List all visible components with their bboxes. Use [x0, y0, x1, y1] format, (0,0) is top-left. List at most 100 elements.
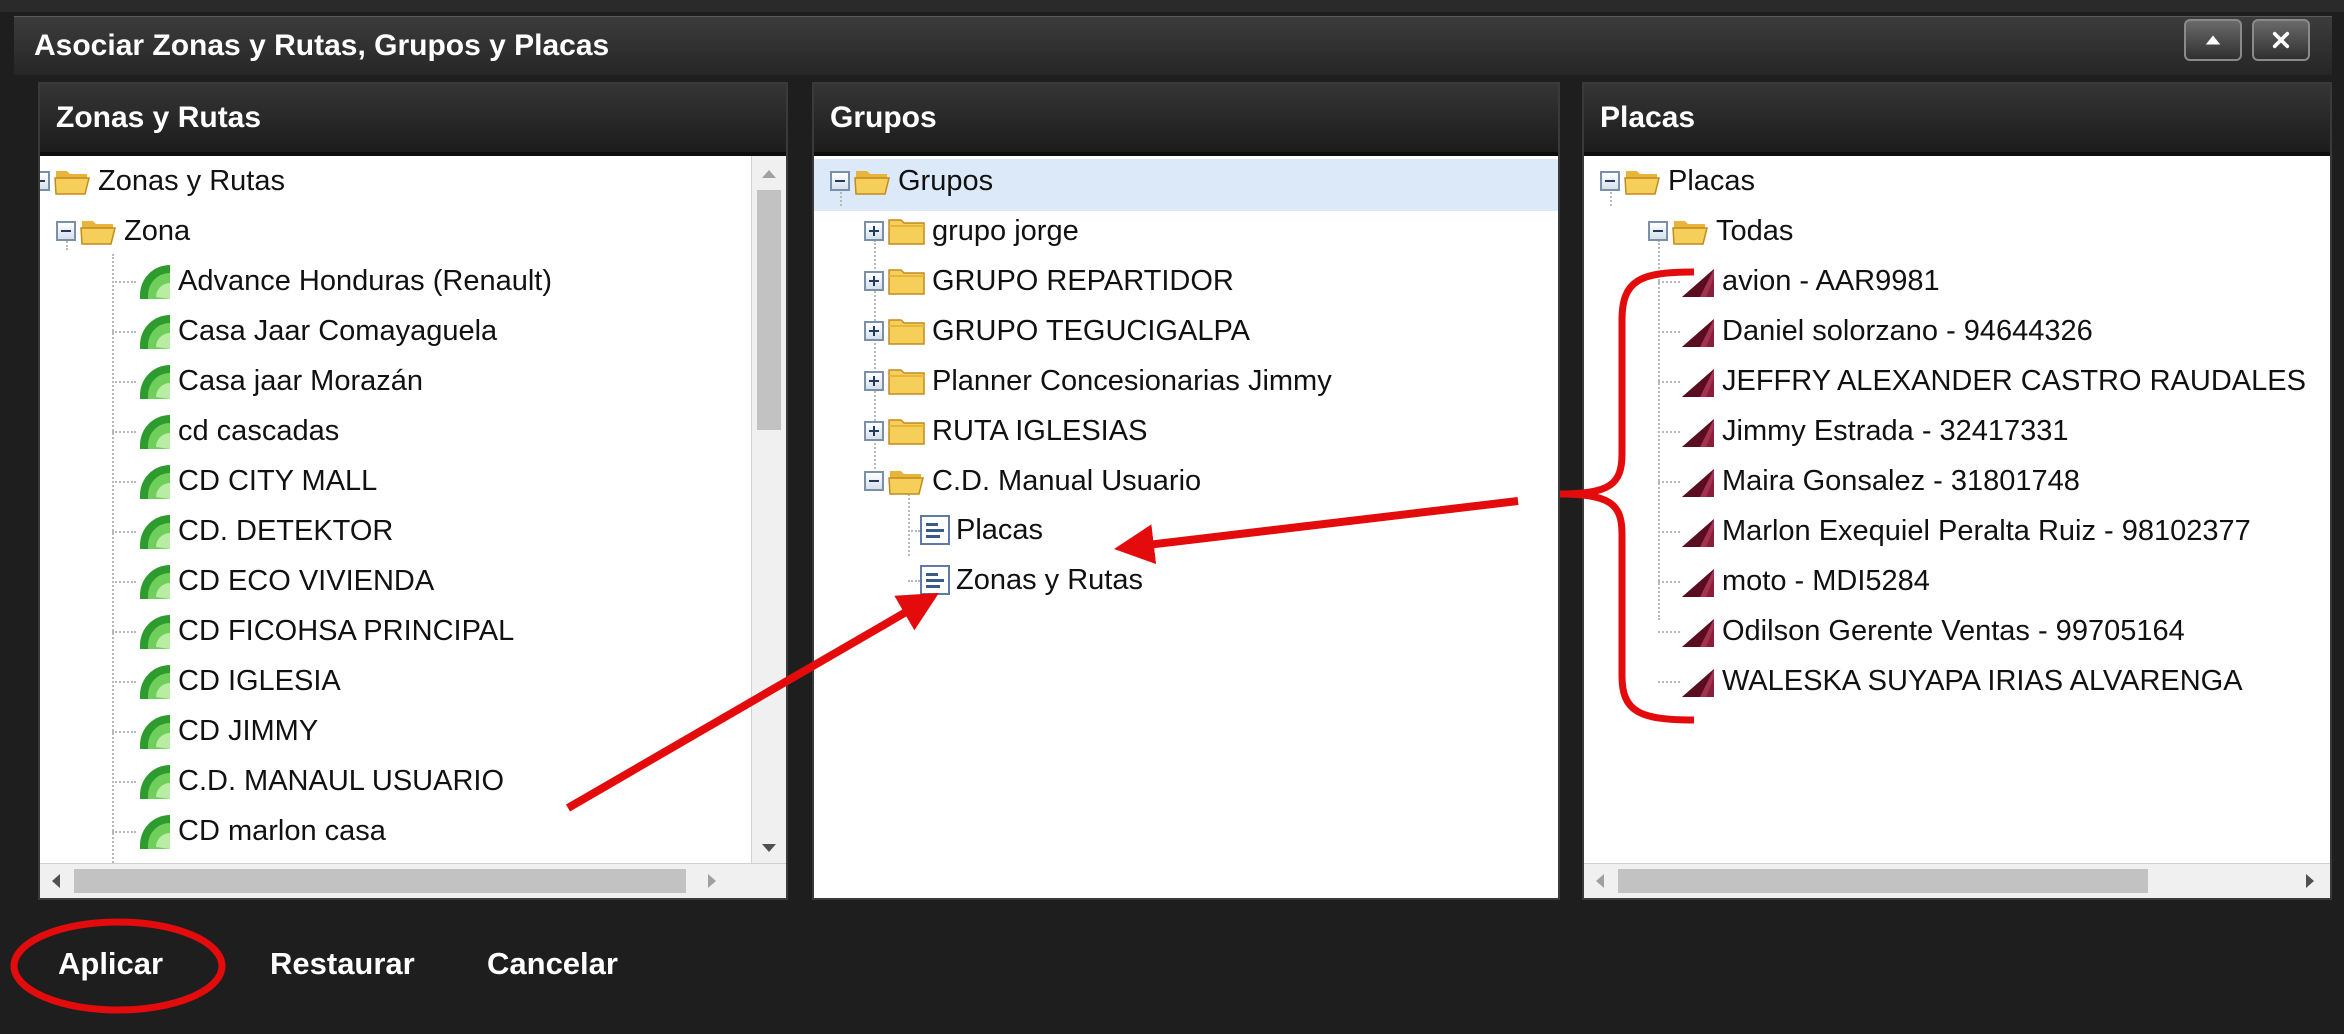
tree-label: C.D. Manual Usuario: [932, 464, 1202, 497]
tree-label: CD. DETEKTOR: [178, 514, 394, 547]
expand-icon[interactable]: [864, 321, 884, 341]
tree-label: grupo jorge: [932, 214, 1079, 247]
grupos-tree[interactable]: Grupos grupo jorge GRUPO REPARTIDOR GRUPO …: [814, 156, 1558, 898]
zone-icon: [136, 661, 172, 701]
tree-label: JEFFRY ALEXANDER CASTRO RAUDALES: [1722, 364, 2306, 397]
placa-list-item[interactable]: Odilson Gerente Ventas - 99705164: [1680, 606, 2185, 656]
cancel-button[interactable]: Cancelar: [487, 944, 618, 984]
zone-icon: [136, 261, 172, 301]
tree-node-placas-root[interactable]: Placas: [1600, 156, 1755, 206]
tree-label: cd cascadas: [178, 414, 340, 447]
zonas-tree[interactable]: Zonas y Rutas Zona Advance Honduras (Ren…: [40, 156, 786, 898]
expand-icon[interactable]: [864, 421, 884, 441]
collapse-icon[interactable]: [40, 171, 50, 191]
zona-list-item[interactable]: Casa Jaar Comayaguela: [136, 306, 497, 356]
placa-list-item[interactable]: moto - MDI5284: [1680, 556, 1930, 606]
tree-label: CD IGLESIA: [178, 664, 341, 697]
zone-icon: [136, 361, 172, 401]
title-bar[interactable]: Asociar Zonas y Rutas, Grupos y Placas: [14, 16, 2332, 75]
zonas-panel-header: Zonas y Rutas: [40, 84, 786, 156]
folder-open-icon: [54, 167, 92, 195]
tree-node-todas[interactable]: Todas: [1648, 206, 1793, 256]
zone-icon: [136, 311, 172, 351]
tree-label: Planner Concesionarias Jimmy: [932, 364, 1332, 397]
expand-icon[interactable]: [864, 271, 884, 291]
zone-icon: [136, 711, 172, 751]
list-icon: [920, 515, 950, 545]
grupo-list-item[interactable]: grupo jorge: [864, 206, 1079, 256]
x-icon: [2272, 31, 2290, 49]
scroll-thumb[interactable]: [74, 869, 686, 893]
tree-label: Jimmy Estrada - 32417331: [1722, 414, 2069, 447]
tree-label: Zonas y Rutas: [956, 563, 1143, 596]
tree-node-zonas-root[interactable]: Zonas y Rutas: [40, 156, 285, 206]
vehicle-plate-icon: [1680, 463, 1716, 499]
collapse-icon[interactable]: [56, 221, 76, 241]
scroll-thumb[interactable]: [1618, 869, 2148, 893]
zona-list-item[interactable]: cd cascadas: [136, 406, 339, 456]
close-button[interactable]: [2252, 19, 2310, 61]
placa-list-item[interactable]: WALESKA SUYAPA IRIAS ALVARENGA: [1680, 656, 2243, 706]
apply-button[interactable]: Aplicar: [58, 944, 163, 984]
folder-open-icon: [80, 217, 118, 245]
restore-button[interactable]: Restaurar: [270, 944, 415, 984]
zona-list-item[interactable]: C.D. MANAUL USUARIO: [136, 756, 504, 806]
tree-label: RUTA IGLESIAS: [932, 414, 1148, 447]
tree-node-grupos-root[interactable]: Grupos: [830, 156, 993, 206]
tree-label: Odilson Gerente Ventas - 99705164: [1722, 614, 2185, 647]
grupo-list-item[interactable]: GRUPO REPARTIDOR: [864, 256, 1234, 306]
zonas-horizontal-scrollbar[interactable]: [40, 863, 786, 898]
collapse-icon[interactable]: [864, 471, 884, 491]
tree-label: Todas: [1716, 214, 1794, 247]
tree-node-zona[interactable]: Zona: [56, 206, 190, 256]
collapse-icon[interactable]: [830, 171, 850, 191]
zona-list-item[interactable]: CD ECO VIVIENDA: [136, 556, 434, 606]
expand-icon[interactable]: [864, 371, 884, 391]
placa-list-item[interactable]: Jimmy Estrada - 32417331: [1680, 406, 2069, 456]
zona-list-item[interactable]: CD FICOHSA PRINCIPAL: [136, 606, 514, 656]
grupo-list-item[interactable]: GRUPO TEGUCIGALPA: [864, 306, 1250, 356]
tree-label: GRUPO TEGUCIGALPA: [932, 314, 1250, 347]
tree-label: Placas: [956, 513, 1044, 546]
placa-list-item[interactable]: JEFFRY ALEXANDER CASTRO RAUDALES: [1680, 356, 2306, 406]
placa-list-item[interactable]: Marlon Exequiel Peralta Ruiz - 98102377: [1680, 506, 2251, 556]
zona-list-item[interactable]: CD IGLESIA: [136, 656, 341, 706]
tree-node-grupo-zonas-rutas[interactable]: Zonas y Rutas: [920, 555, 1143, 605]
placa-list-item[interactable]: Daniel solorzano - 94644326: [1680, 306, 2093, 356]
folder-icon: [888, 367, 926, 395]
placas-horizontal-scrollbar[interactable]: [1584, 863, 2330, 898]
zona-list-item[interactable]: CD CITY MALL: [136, 456, 377, 506]
grupo-list-item[interactable]: C.D. Manual Usuario: [864, 456, 1201, 506]
tree-label: C.D. MANAUL USUARIO: [178, 764, 505, 797]
placas-tree[interactable]: Placas Todas avion - AAR9981 Daniel solor…: [1584, 156, 2330, 898]
placa-list-item[interactable]: avion - AAR9981: [1680, 256, 1940, 306]
tree-node-grupo-placas[interactable]: Placas: [920, 505, 1043, 555]
zona-list-item[interactable]: CD. DETEKTOR: [136, 506, 393, 556]
zonas-vertical-scrollbar[interactable]: [751, 156, 786, 864]
collapse-icon[interactable]: [1648, 221, 1668, 241]
vehicle-plate-icon: [1680, 313, 1716, 349]
dialog-window: Asociar Zonas y Rutas, Grupos y Placas Z…: [0, 0, 2344, 1034]
vehicle-plate-icon: [1680, 663, 1716, 699]
grupo-list-item[interactable]: Planner Concesionarias Jimmy: [864, 356, 1332, 406]
zona-list-item[interactable]: Casa jaar Morazán: [136, 356, 423, 406]
zona-list-item[interactable]: CD JIMMY: [136, 706, 318, 756]
list-icon: [920, 565, 950, 595]
placa-list-item[interactable]: Maira Gonsalez - 31801748: [1680, 456, 2080, 506]
minimize-button[interactable]: [2184, 19, 2242, 61]
folder-icon: [888, 267, 926, 295]
folder-open-icon: [1624, 167, 1662, 195]
tree-label: moto - MDI5284: [1722, 564, 1930, 597]
scroll-thumb[interactable]: [757, 190, 781, 430]
zona-list-item[interactable]: CD marlon casa: [136, 806, 386, 856]
tree-label: Casa jaar Morazán: [178, 364, 423, 397]
tree-label: Zona: [124, 214, 191, 247]
tree-label: Placas: [1668, 164, 1756, 197]
collapse-icon[interactable]: [1600, 171, 1620, 191]
folder-icon: [888, 217, 926, 245]
expand-icon[interactable]: [864, 221, 884, 241]
zone-icon: [136, 611, 172, 651]
zona-list-item[interactable]: Advance Honduras (Renault): [136, 256, 552, 306]
zone-icon: [136, 411, 172, 451]
grupo-list-item[interactable]: RUTA IGLESIAS: [864, 406, 1147, 456]
